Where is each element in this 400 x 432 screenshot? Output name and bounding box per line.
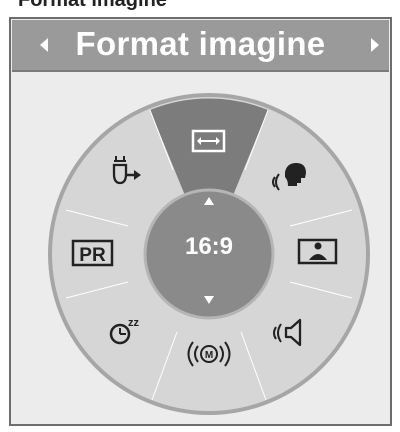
menu-item-sleep-timer[interactable] <box>100 312 146 354</box>
menu-item-pr[interactable] <box>70 231 116 273</box>
menu-item-input-source[interactable] <box>100 152 146 194</box>
menu-item-voice[interactable] <box>264 158 310 200</box>
menu-item-mono[interactable] <box>186 334 232 376</box>
aspect-ratio-value: 16:9 <box>184 233 234 260</box>
menu-item-aspect-ratio[interactable] <box>186 120 232 162</box>
menu-item-sound[interactable] <box>266 312 312 354</box>
menu-item-picture[interactable] <box>295 231 341 273</box>
